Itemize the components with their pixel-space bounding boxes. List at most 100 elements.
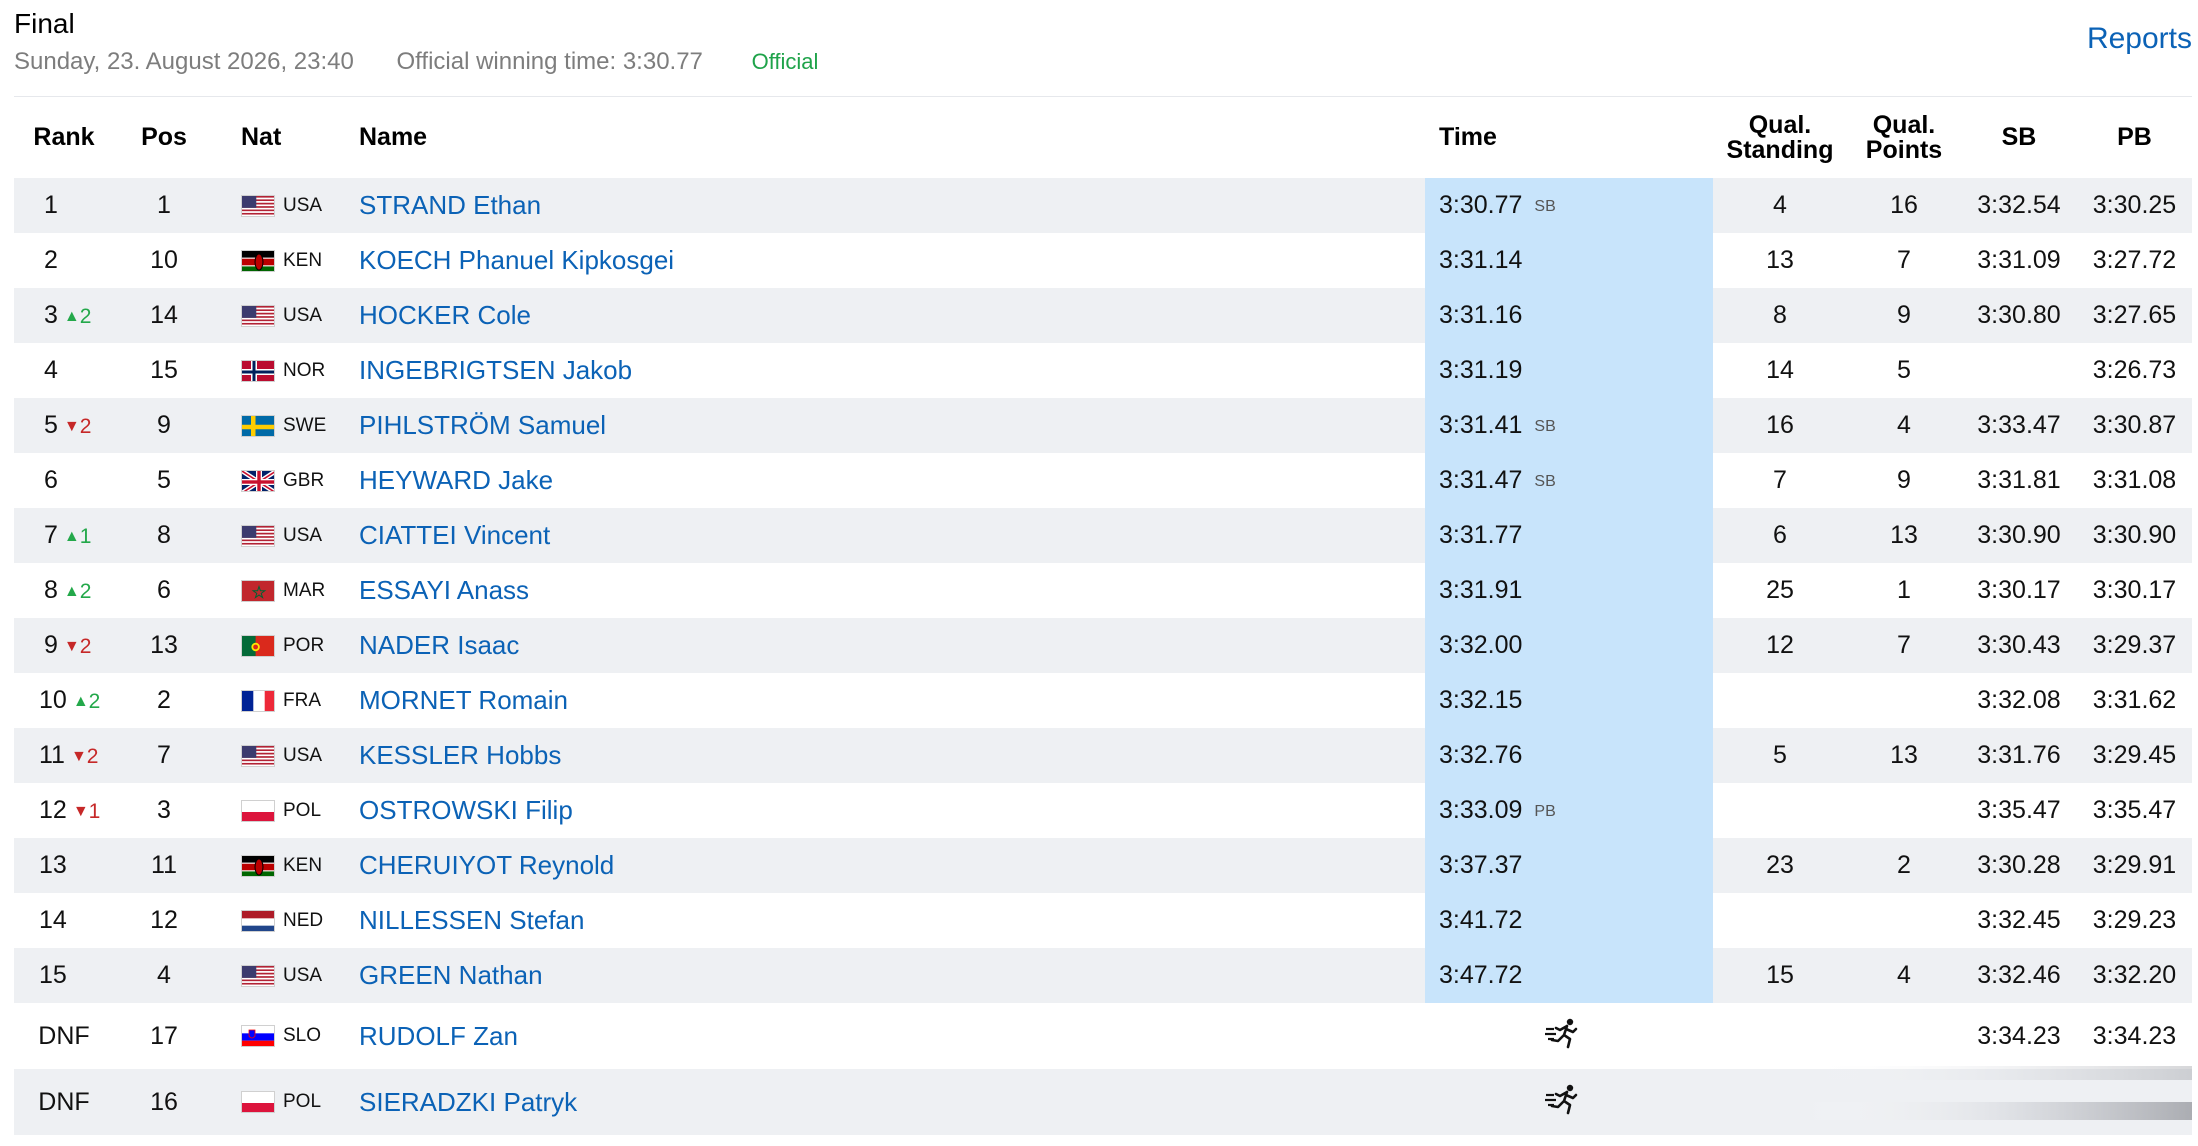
rank-change-down: ▼2 (64, 635, 92, 659)
flag-usa-icon (241, 194, 275, 217)
col-sb[interactable]: SB (1961, 97, 2077, 178)
col-rank[interactable]: Rank (14, 97, 114, 178)
name-cell: OSTROWSKI Filip (359, 783, 1425, 838)
athlete-link[interactable]: STRAND Ethan (359, 190, 541, 220)
col-pb[interactable]: PB (2077, 97, 2192, 178)
col-name[interactable]: Name (359, 97, 1425, 178)
sb-cell (1961, 343, 2077, 398)
table-row[interactable]: 15 4 USA GREEN Nathan 3:47.72 15 4 3:32.46 3:32.… (14, 948, 2192, 1003)
table-row[interactable]: DNF 17 SLO RUDOLF Zan 3:34.23 3:34.23 (14, 1003, 2192, 1069)
rank-cell: 9 ▼2 (14, 618, 114, 673)
time-value: 3:32.00 (1439, 631, 1523, 659)
athlete-link[interactable]: OSTROWSKI Filip (359, 795, 573, 825)
reports-link[interactable]: Reports (2087, 22, 2192, 56)
athlete-link[interactable]: INGEBRIGTSEN Jakob (359, 355, 632, 385)
table-row[interactable]: 3 ▲2 14 USA HOCKER Cole 3:31.16 8 9 3:30.80 3:27.… (14, 288, 2192, 343)
pos-cell: 12 (150, 906, 178, 934)
sb-cell: 3:30.17 (1977, 576, 2061, 604)
record-note: SB (1534, 198, 1556, 215)
time-cell: 3:31.91 (1425, 563, 1713, 618)
runner-dnf-icon (1545, 1017, 1581, 1056)
pos-cell: 4 (157, 961, 171, 989)
name-cell: KOECH Phanuel Kipkosgei (359, 233, 1425, 288)
time-value: 3:37.37 (1439, 851, 1523, 879)
table-row[interactable]: 1 1 USA STRAND Ethan 3:30.77 SB 4 16 3:32.54 3:30… (14, 178, 2192, 233)
athlete-link[interactable]: HOCKER Cole (359, 300, 531, 330)
time-value: 3:32.76 (1439, 741, 1523, 769)
country-code: SLO (283, 1025, 322, 1046)
country-code: USA (283, 964, 323, 986)
rank-change-value: 2 (79, 635, 92, 658)
rank-change-value: 1 (88, 800, 101, 823)
event-subtitle: Sunday, 23. August 2026, 23:40 Official … (14, 48, 818, 76)
rank-change-down: ▼1 (73, 800, 101, 824)
rank-change-value: 1 (79, 525, 92, 548)
athlete-link[interactable]: CHERUIYOT Reynold (359, 850, 614, 880)
qual-standing-cell (1713, 1069, 1847, 1135)
table-row[interactable]: 4 15 NOR INGEBRIGTSEN Jakob 3:31.19 14 5 3:26.7… (14, 343, 2192, 398)
nat-cell: USA (214, 288, 359, 343)
rank-cell: 2 (14, 233, 114, 288)
athlete-link[interactable]: RUDOLF Zan (359, 1021, 518, 1051)
table-row[interactable]: DNF 16 POL SIERADZKI Patryk (14, 1069, 2192, 1135)
flag-usa-icon (241, 524, 275, 547)
rank-cell: 13 (14, 838, 114, 893)
athlete-link[interactable]: KESSLER Hobbs (359, 740, 561, 770)
table-row[interactable]: 12 ▼1 3 POL OSTROWSKI Filip 3:33.09 PB 3:35.47 3… (14, 783, 2192, 838)
col-time[interactable]: Time (1425, 97, 1713, 178)
sb-cell: 3:32.08 (1977, 686, 2061, 714)
table-row[interactable]: 2 10 KEN KOECH Phanuel Kipkosgei 3:31.14 13 7 3… (14, 233, 2192, 288)
name-cell: HEYWARD Jake (359, 453, 1425, 508)
col-qual-points[interactable]: Qual. Points (1847, 97, 1961, 178)
qual-standing-cell (1713, 1003, 1847, 1069)
nat-cell: USA (214, 178, 359, 233)
col-pos[interactable]: Pos (114, 97, 214, 178)
table-row[interactable]: 8 ▲2 6 MAR ESSAYI Anass 3:31.91 25 1 3:30.17 3:30… (14, 563, 2192, 618)
rank-value: 9 (44, 631, 58, 659)
time-value: 3:31.16 (1439, 301, 1523, 329)
time-value: 3:31.47 (1439, 466, 1523, 494)
table-row[interactable]: 6 5 GBR HEYWARD Jake 3:31.47 SB 7 9 3:31.81 3:31.… (14, 453, 2192, 508)
sb-cell: 3:32.45 (1977, 906, 2061, 934)
rank-change-value: 2 (86, 745, 99, 768)
athlete-link[interactable]: ESSAYI Anass (359, 575, 529, 605)
athlete-link[interactable]: HEYWARD Jake (359, 465, 553, 495)
table-row[interactable]: 14 12 NED NILLESSEN Stefan 3:41.72 3:32.45 3:2… (14, 893, 2192, 948)
time-cell: 3:47.72 (1425, 948, 1713, 1003)
table-row[interactable]: 11 ▼2 7 USA KESSLER Hobbs 3:32.76 5 13 3:31.76 3:… (14, 728, 2192, 783)
rank-change-value: 2 (79, 580, 92, 603)
athlete-link[interactable]: MORNET Romain (359, 685, 568, 715)
country-code: POL (283, 799, 322, 821)
flag-ken-icon (241, 854, 275, 877)
col-nat[interactable]: Nat (214, 97, 359, 178)
table-row[interactable]: 9 ▼2 13 POR NADER Isaac 3:32.00 12 7 3:30.43 3:29… (14, 618, 2192, 673)
athlete-link[interactable]: PIHLSTRÖM Samuel (359, 410, 606, 440)
flag-pol-icon (241, 1091, 275, 1113)
athlete-link[interactable]: KOECH Phanuel Kipkosgei (359, 245, 674, 275)
time-cell: 3:31.47 SB (1425, 453, 1713, 508)
athlete-link[interactable]: SIERADZKI Patryk (359, 1087, 577, 1117)
table-header: Rank Pos Nat Name Time Qual. Standing Qua… (14, 97, 2192, 178)
qual-standing-cell: 12 (1766, 631, 1794, 659)
time-cell: 3:30.77 SB (1425, 178, 1713, 233)
qual-standing-cell: 14 (1766, 356, 1794, 384)
athlete-link[interactable]: NILLESSEN Stefan (359, 905, 584, 935)
qual-standing-cell: 4 (1773, 191, 1787, 219)
qual-points-cell: 13 (1890, 741, 1918, 769)
table-row[interactable]: 5 ▼2 9 SWE PIHLSTRÖM Samuel 3:31.41 SB 16 4 3:33.… (14, 398, 2192, 453)
time-cell: 3:31.19 (1425, 343, 1713, 398)
triangle-up-icon: ▲ (63, 308, 80, 325)
sb-cell: 3:30.43 (1977, 631, 2061, 659)
col-qual-standing[interactable]: Qual. Standing (1713, 97, 1847, 178)
athlete-link[interactable]: GREEN Nathan (359, 960, 543, 990)
athlete-link[interactable]: NADER Isaac (359, 630, 519, 660)
table-row[interactable]: 7 ▲1 8 USA CIATTEI Vincent 3:31.77 6 13 3:30.90 3… (14, 508, 2192, 563)
table-row[interactable]: 13 11 KEN CHERUIYOT Reynold 3:37.37 23 2 3:30.2… (14, 838, 2192, 893)
table-row[interactable]: 10 ▲2 2 FRA MORNET Romain 3:32.15 3:32.08 3:31.… (14, 673, 2192, 728)
rank-value: 13 (39, 851, 67, 879)
nat-cell: POR (214, 618, 359, 673)
qual-standing-cell: 13 (1766, 246, 1794, 274)
athlete-link[interactable]: CIATTEI Vincent (359, 520, 550, 550)
country-code: GBR (283, 469, 325, 491)
country-code: MAR (283, 579, 326, 601)
